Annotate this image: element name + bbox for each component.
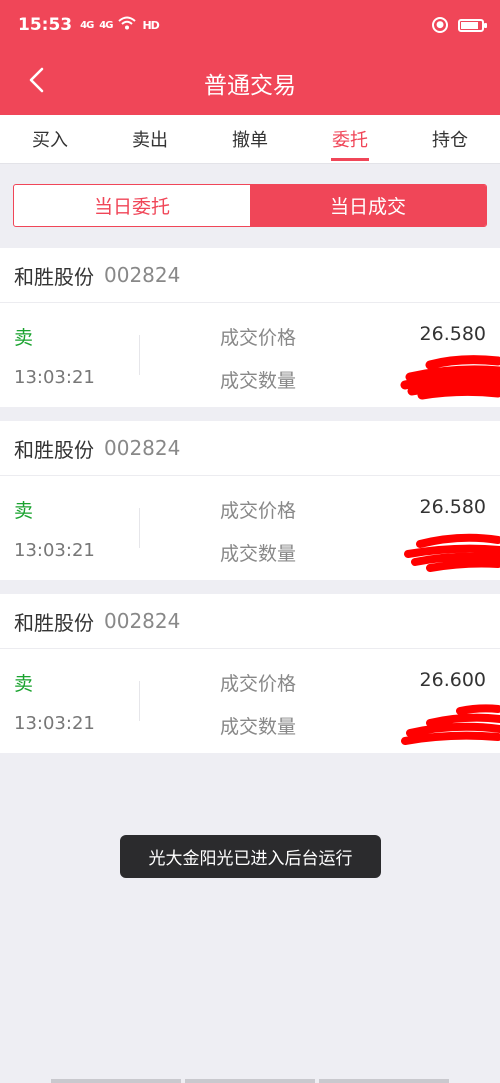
trade-card-body: 卖 13:03:21 成交价格 成交数量 26.600 [0, 649, 500, 753]
trade-price: 26.580 [419, 323, 486, 345]
redaction-scribble [400, 355, 500, 400]
toast-message: 光大金阳光已进入后台运行 [120, 835, 381, 878]
trade-card-body: 卖 13:03:21 成交价格 成交数量 26.580 [0, 476, 500, 580]
battery-icon [458, 18, 487, 32]
divider [139, 335, 140, 375]
trade-time: 13:03:21 [14, 713, 95, 734]
trade-side: 卖 [14, 673, 34, 695]
bottom-segment [51, 1079, 181, 1083]
redaction-scribble [401, 704, 500, 745]
bottom-segment [185, 1079, 315, 1083]
trade-side: 卖 [14, 500, 34, 522]
tab-bar: 买入 卖出 撤单 委托 持仓 [0, 115, 500, 164]
quantity-label: 成交数量 [220, 543, 297, 565]
today-orders-button[interactable]: 当日委托 [14, 185, 250, 226]
segment-control: 当日委托 当日成交 [13, 184, 487, 227]
tab-sell[interactable]: 卖出 [100, 115, 200, 163]
trade-side: 卖 [14, 327, 34, 349]
quantity-label: 成交数量 [220, 370, 297, 392]
trade-card[interactable]: 和胜股份 002824 卖 13:03:21 成交价格 成交数量 26.600 [0, 594, 500, 753]
bottom-segment [319, 1079, 449, 1083]
today-deals-button[interactable]: 当日成交 [250, 185, 486, 226]
trade-card-header: 和胜股份 002824 [0, 248, 500, 303]
tab-buy[interactable]: 买入 [0, 115, 100, 163]
quantity-label: 成交数量 [220, 716, 297, 738]
trade-card[interactable]: 和胜股份 002824 卖 13:03:21 成交价格 成交数量 26.580 [0, 421, 500, 580]
trade-price: 26.600 [419, 669, 486, 691]
hd-icon: HD [142, 18, 159, 32]
stock-name: 和胜股份 [14, 437, 94, 462]
tab-cancel[interactable]: 撤单 [200, 115, 300, 163]
wifi-icon [118, 15, 137, 35]
status-bar: 15:53 4G 4G HD ● [0, 0, 500, 50]
stock-code: 002824 [104, 436, 181, 460]
trade-card-header: 和胜股份 002824 [0, 421, 500, 476]
trade-card[interactable]: 和胜股份 002824 卖 13:03:21 成交价格 成交数量 26.580 [0, 248, 500, 407]
divider [139, 681, 140, 721]
stock-name: 和胜股份 [14, 610, 94, 635]
chevron-left-icon [29, 67, 44, 93]
price-label: 成交价格 [220, 673, 297, 695]
trade-card-header: 和胜股份 002824 [0, 594, 500, 649]
divider [139, 508, 140, 548]
bottom-edge [0, 1079, 500, 1083]
page-title: 普通交易 [204, 72, 296, 99]
redaction-scribble [404, 533, 500, 572]
trade-time: 13:03:21 [14, 540, 95, 561]
tab-orders[interactable]: 委托 [300, 115, 400, 163]
trade-price: 26.580 [419, 496, 486, 518]
stock-code: 002824 [104, 263, 181, 287]
top-bar: 15:53 4G 4G HD ● 普通交易 [0, 0, 500, 115]
trade-time: 13:03:21 [14, 367, 95, 388]
status-time: 15:53 [18, 15, 73, 35]
signal-4g-icon: 4G [80, 19, 94, 31]
nav-bar: 普通交易 [0, 50, 500, 115]
price-label: 成交价格 [220, 500, 297, 522]
stock-name: 和胜股份 [14, 264, 94, 289]
price-label: 成交价格 [220, 327, 297, 349]
trade-card-body: 卖 13:03:21 成交价格 成交数量 26.580 [0, 303, 500, 407]
rotation-lock-icon: ● [432, 17, 448, 33]
signal-4g-icon-2: 4G [99, 19, 113, 31]
tab-positions[interactable]: 持仓 [400, 115, 500, 163]
back-button[interactable] [14, 58, 58, 102]
stock-code: 002824 [104, 609, 181, 633]
